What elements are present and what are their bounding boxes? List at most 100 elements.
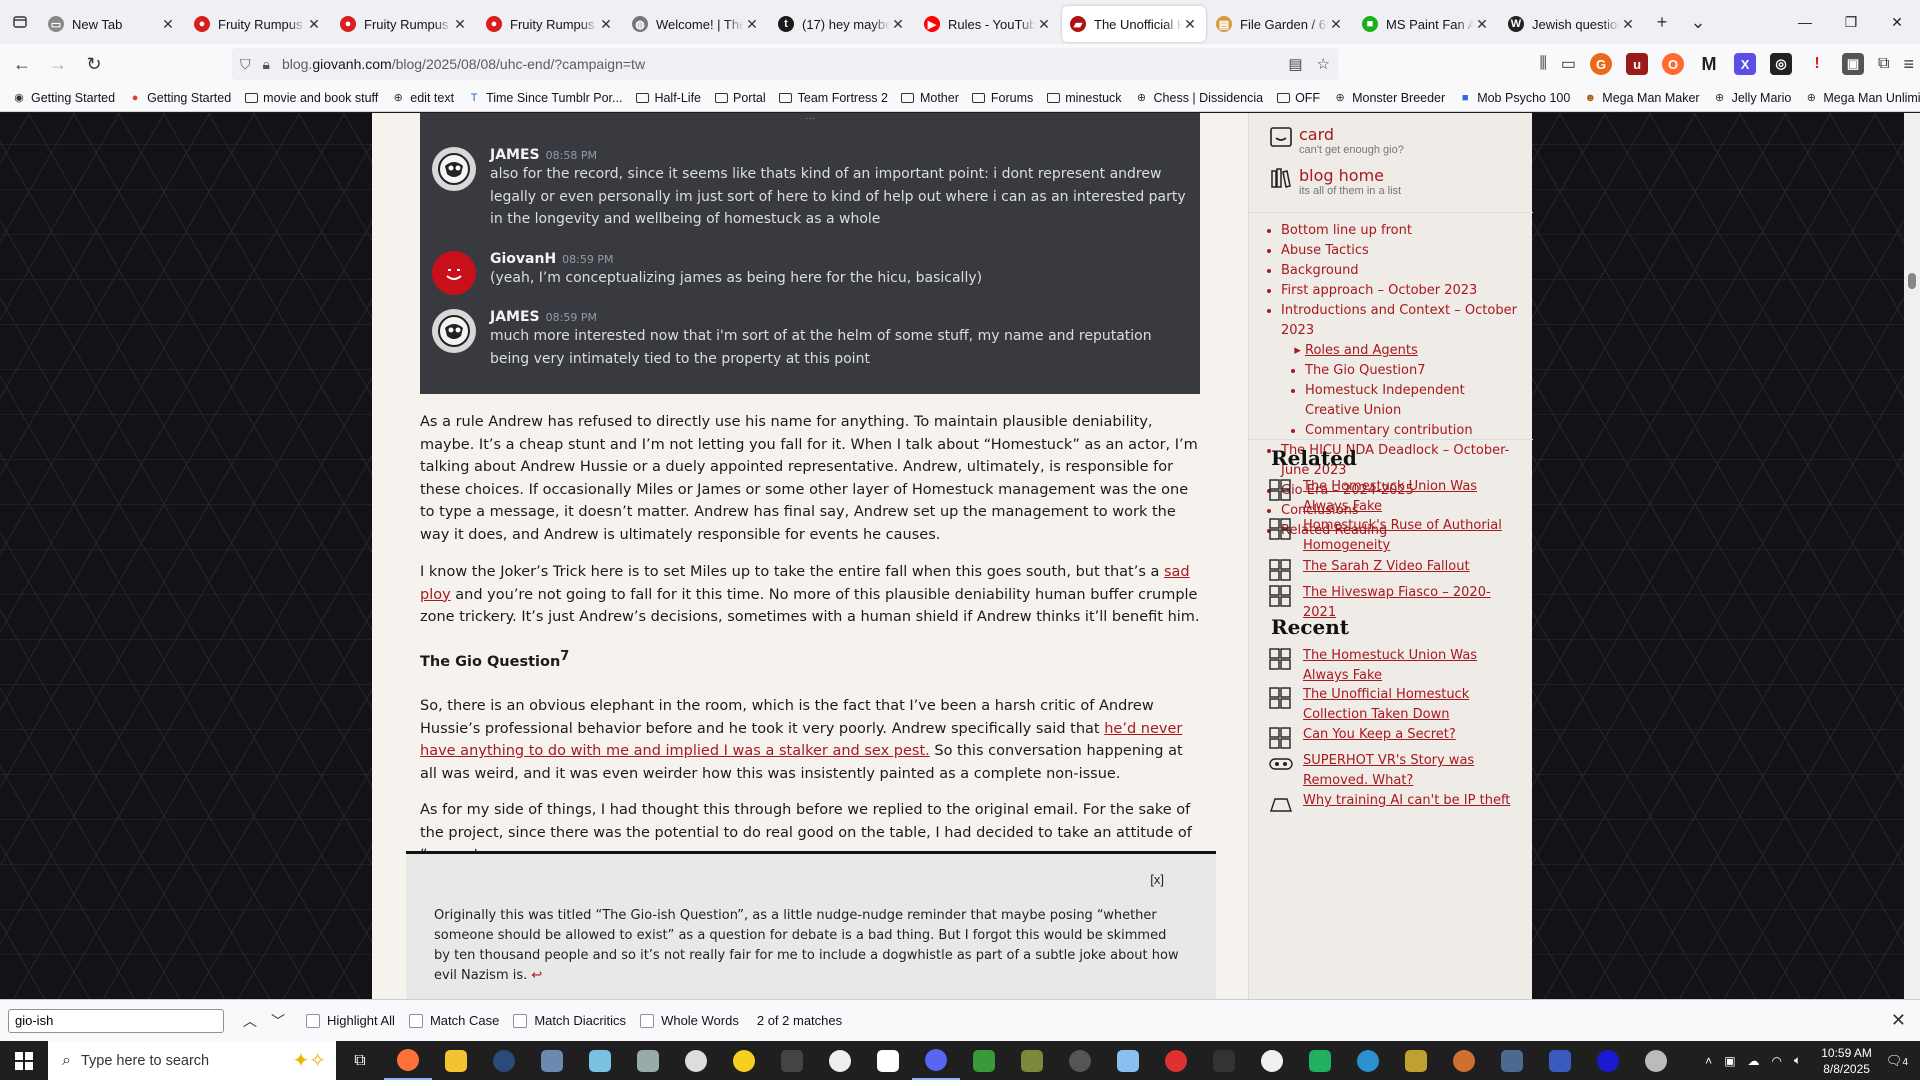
windows-start-icon[interactable] — [0, 1041, 48, 1080]
app-icon[interactable] — [1200, 1041, 1248, 1080]
bookmark-item[interactable]: minestuck — [1046, 91, 1122, 105]
bookmark-item[interactable]: ⊕ Mega Man Unlimited — [1804, 91, 1920, 105]
bookmark-item[interactable]: ⊕ Jelly Mario — [1713, 91, 1791, 105]
notification-icon[interactable]: 🗨︎4 — [1886, 1053, 1908, 1069]
find-previous-icon[interactable]: ︿ — [236, 1011, 264, 1031]
lock-icon[interactable]: 🔒︎ — [263, 56, 270, 73]
clock[interactable]: 10:59 AM 8/8/2025 — [1821, 1045, 1872, 1077]
bookmark-item[interactable]: ☻ Mega Man Maker — [1583, 91, 1700, 105]
tab-9[interactable]: ■ MS Paint Fan Adv✕ — [1354, 6, 1498, 42]
match-diacritics-checkbox[interactable]: Match Diacritics — [513, 1013, 626, 1028]
bookmark-item[interactable]: ⊕ Chess | Dissidencia — [1135, 91, 1263, 105]
volume-icon[interactable]: 🔈︎ — [1794, 1053, 1801, 1068]
find-close-icon[interactable]: ✕ — [1891, 1010, 1906, 1031]
highlight-all-checkbox[interactable]: Highlight All — [306, 1013, 395, 1028]
m-extension-icon[interactable]: M — [1698, 53, 1720, 75]
bookmark-item[interactable]: Half-Life — [635, 91, 701, 105]
bookmark-item[interactable]: ⊕ Monster Breeder — [1333, 91, 1445, 105]
app-icon[interactable] — [1056, 1041, 1104, 1080]
menu-icon[interactable]: ≡ — [1903, 54, 1914, 75]
x-extension-icon[interactable]: X — [1734, 53, 1757, 75]
close-tab-icon[interactable]: ✕ — [1620, 16, 1636, 33]
app-icon[interactable] — [816, 1041, 864, 1080]
post-link[interactable]: Can You Keep a Secret? — [1303, 725, 1456, 751]
app-icon[interactable] — [1584, 1041, 1632, 1080]
post-link[interactable]: The Unofficial Homestuck Collection Take… — [1303, 685, 1519, 725]
close-tab-icon[interactable]: ✕ — [160, 16, 176, 33]
discord-icon[interactable] — [912, 1041, 960, 1080]
tray-device-icon[interactable]: ▣ — [1724, 1054, 1735, 1068]
footnote-ref[interactable]: 7 — [560, 649, 569, 664]
forward-icon[interactable]: → — [42, 48, 74, 80]
scrollbar-thumb[interactable] — [1908, 273, 1916, 289]
post-link[interactable]: Why training AI can't be IP theft — [1303, 791, 1510, 817]
toc-item[interactable]: Commentary contribution — [1305, 421, 1521, 441]
app-icon[interactable] — [1152, 1041, 1200, 1080]
toc-item[interactable]: Introductions and Context – October 2023 — [1281, 301, 1521, 341]
library-icon[interactable]: ⫼ — [1540, 55, 1547, 73]
minecraft-icon[interactable] — [960, 1041, 1008, 1080]
tab-8[interactable]: ▤ File Garden / 694✕ — [1208, 6, 1352, 42]
app-icon[interactable] — [624, 1041, 672, 1080]
app-icon[interactable] — [1488, 1041, 1536, 1080]
task-view-icon[interactable]: ⧉ — [336, 1041, 384, 1080]
extension-icon[interactable]: ◎ — [1770, 53, 1793, 75]
extension-icon[interactable]: ! — [1806, 53, 1828, 75]
page-scrollbar[interactable] — [1904, 113, 1920, 999]
post-link[interactable]: Homestuck's Ruse of Authorial Homogeneit… — [1303, 516, 1519, 556]
tab-0[interactable]: ▭ New Tab ✕ — [40, 6, 184, 42]
app-icon[interactable] — [720, 1041, 768, 1080]
blog-home-link[interactable]: blog home its all of them in a list — [1269, 166, 1401, 197]
toc-item[interactable]: The Gio Question7 — [1305, 361, 1521, 381]
toc-item[interactable]: Homestuck Independent Creative Union — [1305, 381, 1521, 421]
bookmark-item[interactable]: ⊕ edit text — [391, 91, 454, 105]
close-window-icon[interactable]: ✕ — [1874, 0, 1920, 44]
post-link[interactable]: SUPERHOT VR's Story was Removed. What? — [1303, 751, 1519, 791]
new-tab-icon[interactable]: + — [1644, 4, 1680, 40]
reader-view-icon[interactable]: ▤ — [1288, 55, 1302, 73]
match-case-checkbox[interactable]: Match Case — [408, 1013, 499, 1028]
close-tab-icon[interactable]: ✕ — [452, 16, 468, 33]
sidebar-icon[interactable]: ▭ — [1561, 54, 1576, 74]
whole-words-checkbox[interactable]: Whole Words — [640, 1013, 739, 1028]
extensions-puzzle-icon[interactable]: ⧉ — [1878, 55, 1889, 73]
url-bar[interactable]: ⛉ 🔒︎ blog. giovanh.com/blog/2025/08/08/uh… — [232, 48, 1338, 80]
tab-6[interactable]: ▶ Rules - YouTube ✕ — [916, 6, 1060, 42]
app-icon[interactable] — [1440, 1041, 1488, 1080]
tracking-shield-icon[interactable]: ⛉ — [240, 56, 251, 73]
close-tab-icon[interactable]: ✕ — [744, 16, 760, 33]
toc-item[interactable]: First approach – October 2023 — [1281, 281, 1521, 301]
back-icon[interactable]: ← — [6, 48, 38, 80]
post-link[interactable]: The Homestuck Union Was Always Fake — [1303, 646, 1519, 686]
bookmark-star-icon[interactable]: ☆ — [1317, 55, 1330, 73]
close-tab-icon[interactable]: ✕ — [1036, 16, 1052, 33]
firefox-taskbar-icon[interactable] — [384, 1041, 432, 1080]
close-tab-icon[interactable]: ✕ — [1474, 16, 1490, 33]
file-explorer-icon[interactable] — [432, 1041, 480, 1080]
reload-icon[interactable]: ↻ — [78, 48, 110, 80]
app-icon[interactable] — [1296, 1041, 1344, 1080]
app-icon[interactable] — [528, 1041, 576, 1080]
tab-3[interactable]: ● Fruity Rumpus A:✕ — [478, 6, 622, 42]
bookmark-item[interactable]: ■ Mob Psycho 100 — [1458, 91, 1570, 105]
app-icon[interactable] — [1632, 1041, 1680, 1080]
app-icon[interactable] — [1008, 1041, 1056, 1080]
post-link[interactable]: The Sarah Z Video Fallout — [1303, 557, 1470, 583]
list-all-tabs-icon[interactable] — [0, 0, 40, 44]
minimize-icon[interactable]: — — [1782, 0, 1828, 44]
find-next-icon[interactable]: ﹀ — [264, 1011, 292, 1031]
footnote-back-link[interactable]: ↩ — [531, 968, 542, 983]
bookmark-item[interactable]: ● Getting Started — [128, 91, 231, 105]
tab-1[interactable]: ● Fruity Rumpus A:✕ — [186, 6, 330, 42]
bookmark-item[interactable]: OFF — [1276, 91, 1320, 105]
tray-chevron-icon[interactable]: ˄ — [1705, 1054, 1712, 1068]
bookmark-item[interactable]: Team Fortress 2 — [779, 91, 888, 105]
tab-5[interactable]: t (17) hey maybe c✕ — [770, 6, 914, 42]
extension-icon[interactable]: G — [1590, 53, 1613, 75]
app-icon[interactable] — [1104, 1041, 1152, 1080]
taskbar-search[interactable]: ⌕ Type here to search ✦✧ — [48, 1041, 336, 1080]
bookmark-item[interactable]: Portal — [714, 91, 766, 105]
twitch-icon[interactable] — [864, 1041, 912, 1080]
app-icon[interactable] — [768, 1041, 816, 1080]
restore-icon[interactable]: ❐ — [1828, 0, 1874, 44]
